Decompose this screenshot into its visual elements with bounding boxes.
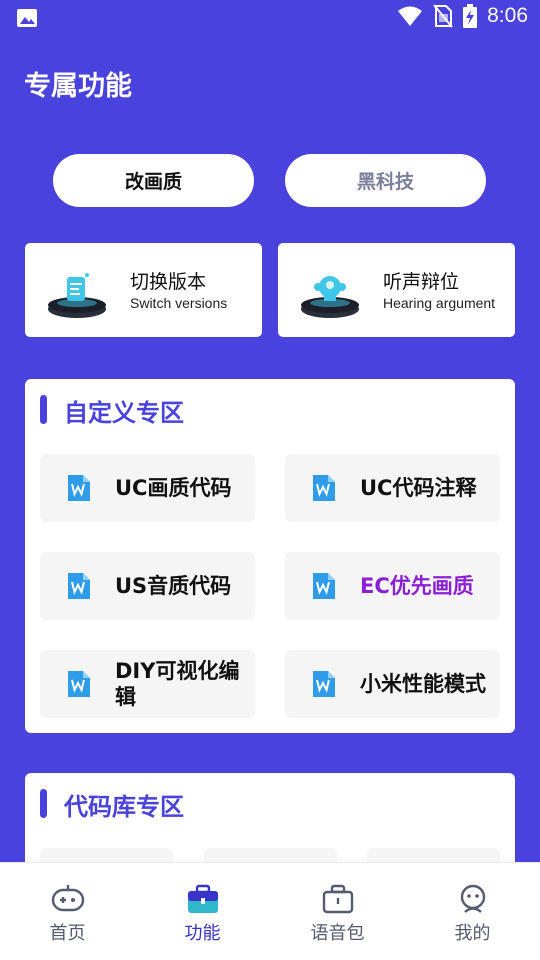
tab-home[interactable]: 首页 [0,863,135,960]
tab-voice-pack[interactable]: 语音包 [270,863,405,960]
no-sim-icon [433,4,453,28]
wps-doc-icon [68,671,90,697]
section-accent-bar [40,395,47,424]
tab-functions[interactable]: 功能 [135,863,270,960]
wps-doc-icon [313,573,335,599]
feature-card-switch-versions[interactable]: 切换版本 Switch versions [25,243,262,337]
feature-subtitle: Switch versions [130,295,228,311]
battery-charging-icon [463,4,478,28]
code-item-label: UC代码注释 [360,476,477,500]
section-accent-bar [40,789,47,818]
tab-mine[interactable]: 我的 [405,863,540,960]
code-library-heading: 代码库专区 [64,793,184,821]
segment-black-tech[interactable]: 黑科技 [285,154,486,207]
ear-pedestal-icon [301,276,359,318]
wps-doc-icon [68,573,90,599]
page-title: 专属功能 [24,71,132,102]
code-item-diy-visual[interactable]: DIY可视化编辑 [40,650,255,718]
code-item-label: 小米性能模式 [360,672,486,696]
image-icon [17,9,37,27]
wifi-icon [398,6,423,26]
segment-improve-quality[interactable]: 改画质 [53,154,254,207]
custom-zone-panel: 自定义专区 UC画质代码 UC代码注释 US音质代码 EC优先画质 DIY可视化… [25,379,515,733]
bottom-tab-bar: 首页 功能 语音包 我的 [0,862,540,960]
robot-face-icon [460,884,485,913]
toolbox-icon [187,884,218,913]
status-time: 8:06 [487,4,528,27]
code-item-ec-priority[interactable]: EC优先画质 [285,552,500,620]
document-pedestal-icon [48,273,106,318]
code-item-label: UC画质代码 [115,476,232,500]
tab-label: 语音包 [310,923,365,944]
code-item-us-audio[interactable]: US音质代码 [40,552,255,620]
code-item-label: US音质代码 [115,574,232,598]
code-item-label: EC优先画质 [360,574,474,598]
wps-doc-icon [313,671,335,697]
status-bar: 8:06 [0,0,540,36]
custom-zone-heading: 自定义专区 [64,399,184,427]
gamepad-icon [51,885,84,912]
feature-card-hearing-argument[interactable]: 听声辩位 Hearing argument [278,243,515,337]
code-item-label: DIY可视化编辑 [115,659,240,709]
wps-doc-icon [68,475,90,501]
code-item-uc-comment[interactable]: UC代码注释 [285,454,500,522]
wps-doc-icon [313,475,335,501]
briefcase-icon [322,884,353,914]
feature-title: 切换版本 [130,271,207,293]
tab-label: 首页 [49,923,86,944]
tab-label: 我的 [454,923,491,944]
code-library-panel: 代码库专区 [25,773,515,873]
feature-subtitle: Hearing argument [383,295,496,311]
feature-title: 听声辩位 [383,271,460,293]
code-item-xiaomi-performance[interactable]: 小米性能模式 [285,650,500,718]
code-item-uc-quality[interactable]: UC画质代码 [40,454,255,522]
tab-label: 功能 [184,923,221,944]
